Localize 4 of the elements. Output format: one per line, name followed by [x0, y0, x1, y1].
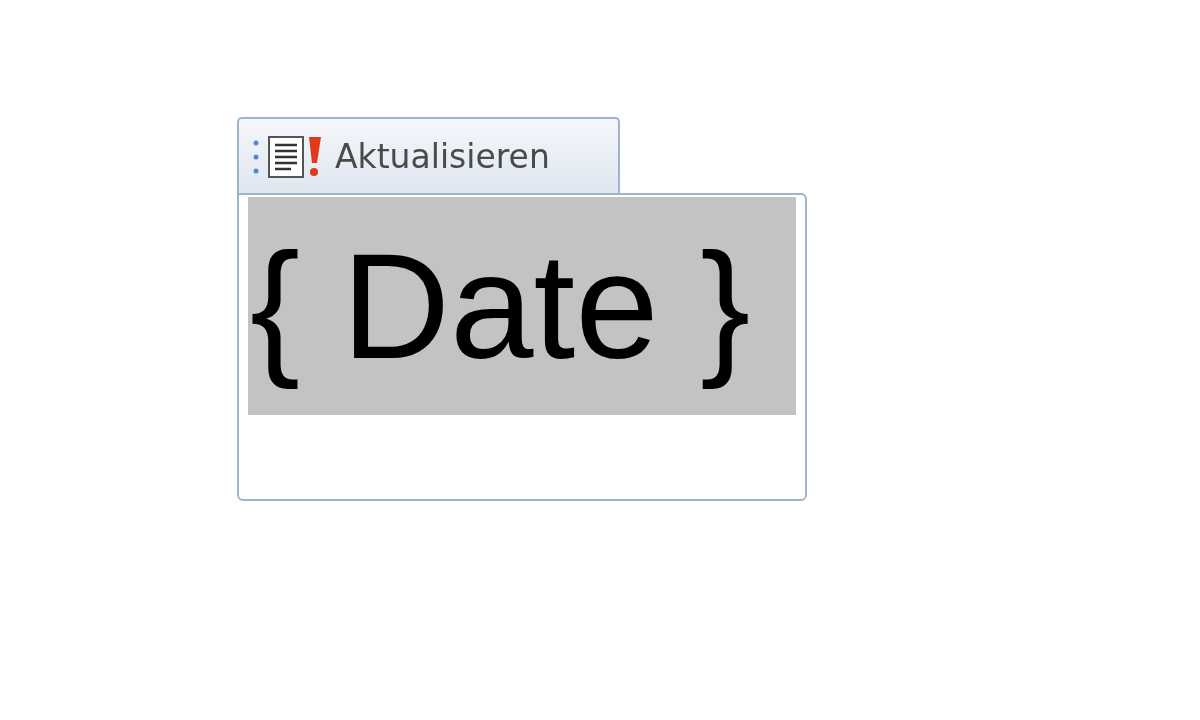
update-label: Aktualisieren [335, 136, 550, 179]
content-control-tab[interactable]: Aktualisieren [237, 117, 620, 195]
drag-handle-icon[interactable] [253, 139, 259, 175]
date-field[interactable]: { Date } [248, 197, 796, 415]
